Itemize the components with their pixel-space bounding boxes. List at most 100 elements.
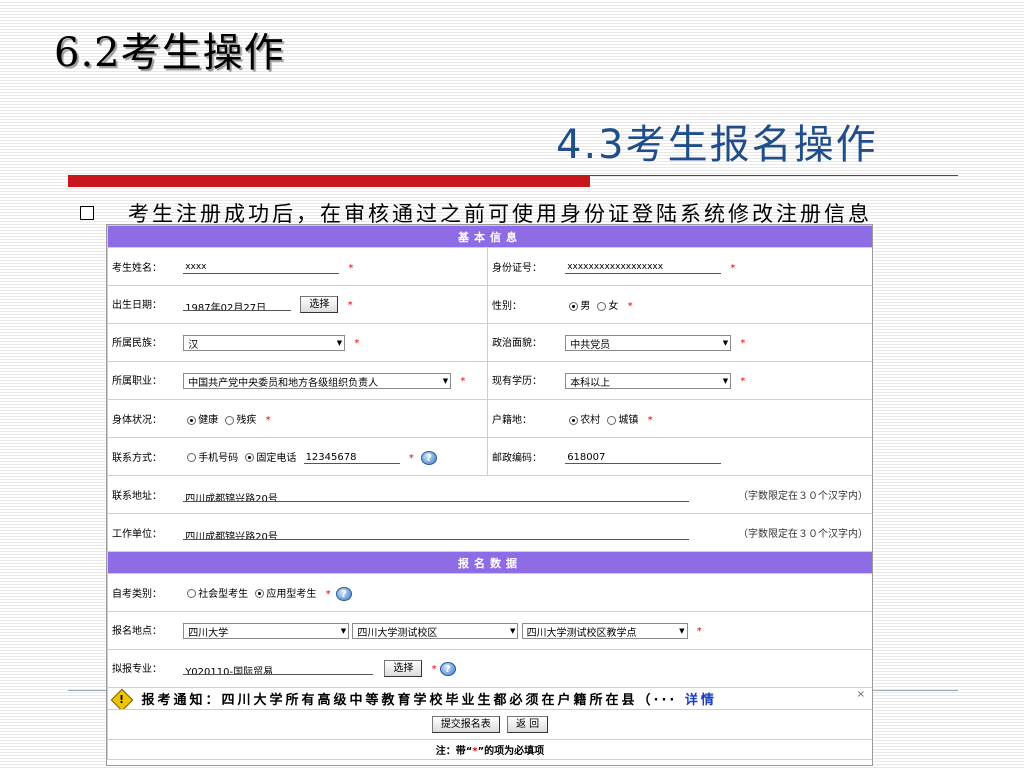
required-note: 注：带“*”的项为必填项 xyxy=(107,739,872,760)
workplace-input[interactable]: 四川成都锦兴路20号 xyxy=(183,528,690,540)
ethnicity-label: 所属民族： xyxy=(112,338,162,349)
basic-info-header: 基本信息 xyxy=(107,225,872,248)
birth-select-button[interactable]: 选择 xyxy=(300,296,339,314)
apply-data-header: 报名数据 xyxy=(107,551,872,574)
required-mark: * xyxy=(408,452,414,464)
health-disabled-label: 残疾 xyxy=(236,415,257,426)
address-hint: （字数限定在３０个汉字内） xyxy=(738,491,868,502)
education-select[interactable]: 本科以上 ▼ xyxy=(565,373,732,389)
education-value: 本科以上 xyxy=(570,377,611,389)
address-input[interactable]: 四川成都锦兴路20号 xyxy=(183,490,690,502)
health-disabled-radio[interactable] xyxy=(225,415,235,425)
exam-type-applied-radio[interactable] xyxy=(255,589,265,598)
major-label: 拟报专业： xyxy=(112,663,162,675)
contact-mobile-label: 手机号码 xyxy=(198,452,239,464)
education-label: 现有学历： xyxy=(492,376,542,387)
political-label: 政治面貌： xyxy=(492,338,542,349)
occupation-select[interactable]: 中国共产党中央委员和地方各级组织负责人 ▼ xyxy=(183,373,452,389)
political-value: 中共党员 xyxy=(570,339,611,351)
notice-text: 报考通知：四川大学所有高级中等教育学校毕业生都必须在户籍所在县（··· xyxy=(141,692,678,708)
required-mark: * xyxy=(325,588,331,600)
title-divider xyxy=(68,175,958,187)
workplace-label: 工作单位： xyxy=(112,529,162,540)
health-healthy-label: 健康 xyxy=(198,415,219,426)
household-urban-label: 城镇 xyxy=(618,415,639,426)
location-school-select[interactable]: 四川大学 ▼ xyxy=(183,623,350,639)
bullet-text: 考生注册成功后，在审核通过之前可使用身份证登陆系统修改注册信息 xyxy=(128,202,872,224)
ethnicity-value: 汉 xyxy=(188,339,199,351)
slide-subtitle: 4.3考生报名操作 xyxy=(556,122,878,168)
dropdown-arrow-icon: ▼ xyxy=(679,627,685,635)
birth-label: 出生日期： xyxy=(112,299,162,311)
required-mark: * xyxy=(460,376,466,387)
postcode-input[interactable]: 618007 xyxy=(565,452,722,464)
contact-label: 联系方式： xyxy=(112,452,162,464)
household-urban-radio[interactable] xyxy=(607,415,617,425)
major-input[interactable]: Y020110-国际贸易 xyxy=(183,663,374,675)
gender-male-label: 男 xyxy=(580,301,591,312)
close-icon[interactable]: × xyxy=(857,689,868,700)
gender-female-radio[interactable] xyxy=(597,301,607,311)
required-mark: * xyxy=(348,263,354,274)
gender-label: 性别： xyxy=(492,301,522,312)
required-mark: * xyxy=(696,626,702,637)
id-card-input[interactable]: xxxxxxxxxxxxxxxxxx xyxy=(565,262,722,274)
location-site-select[interactable]: 四川大学测试校区教学点 ▼ xyxy=(521,623,688,639)
birth-input[interactable]: 1987年02月27日 xyxy=(183,299,292,311)
required-mark: * xyxy=(627,301,633,312)
contact-input[interactable]: 12345678 xyxy=(303,452,400,464)
help-icon[interactable]: ? xyxy=(335,586,352,601)
registration-form: 基本信息 考生姓名： xxxx * 身份证号： xxxxxxxxxxxxxxxx… xyxy=(106,224,873,766)
gender-male-radio[interactable] xyxy=(569,301,579,311)
help-icon[interactable]: ? xyxy=(439,661,456,676)
back-button[interactable]: 返 回 xyxy=(507,716,549,733)
dropdown-arrow-icon: ▼ xyxy=(509,627,516,635)
slide-title: 6.2考生操作 xyxy=(54,30,285,76)
required-mark: * xyxy=(740,338,746,349)
household-rural-label: 农村 xyxy=(580,415,601,426)
exam-type-social-radio[interactable] xyxy=(187,589,197,598)
dropdown-arrow-icon: ▼ xyxy=(722,377,729,385)
address-label: 联系地址： xyxy=(112,491,162,502)
workplace-hint: （字数限定在３０个汉字内） xyxy=(738,529,868,540)
submit-button[interactable]: 提交报名表 xyxy=(431,716,500,733)
household-rural-radio[interactable] xyxy=(569,415,579,425)
required-mark: * xyxy=(431,663,437,675)
exam-type-label: 自考类别： xyxy=(112,588,162,600)
warning-icon: ! xyxy=(112,692,134,708)
required-mark: * xyxy=(354,338,360,349)
location-label: 报名地点： xyxy=(112,626,162,637)
required-mark: * xyxy=(647,415,653,426)
occupation-label: 所属职业： xyxy=(112,376,162,387)
name-label: 考生姓名： xyxy=(112,263,162,274)
location-site-value: 四川大学测试校区教学点 xyxy=(526,627,637,639)
contact-mobile-radio[interactable] xyxy=(187,453,197,462)
contact-landline-radio[interactable] xyxy=(245,453,255,462)
household-label: 户籍地： xyxy=(492,415,532,426)
location-school-value: 四川大学 xyxy=(188,627,229,639)
postcode-label: 邮政编码： xyxy=(492,453,542,464)
dropdown-arrow-icon: ▼ xyxy=(722,339,729,347)
political-select[interactable]: 中共党员 ▼ xyxy=(565,335,732,351)
health-label: 身体状况： xyxy=(112,415,162,426)
notice-detail-link[interactable]: 详情 xyxy=(685,693,717,708)
location-campus-select[interactable]: 四川大学测试校区 ▼ xyxy=(352,623,519,639)
help-icon[interactable]: ? xyxy=(420,450,437,465)
required-mark: * xyxy=(730,263,736,274)
exam-type-social-label: 社会型考生 xyxy=(198,588,249,600)
id-card-label: 身份证号： xyxy=(492,263,542,274)
dropdown-arrow-icon: ▼ xyxy=(442,377,449,385)
name-input[interactable]: xxxx xyxy=(183,262,340,274)
dropdown-arrow-icon: ▼ xyxy=(340,627,347,635)
gender-female-label: 女 xyxy=(608,301,619,312)
dropdown-arrow-icon: ▼ xyxy=(336,339,343,347)
required-mark: * xyxy=(347,299,353,311)
major-select-button[interactable]: 选择 xyxy=(384,660,423,678)
health-healthy-radio[interactable] xyxy=(187,415,197,425)
bullet-square-icon xyxy=(80,206,94,220)
required-mark: * xyxy=(740,376,746,387)
ethnicity-select[interactable]: 汉 ▼ xyxy=(183,335,346,351)
contact-landline-label: 固定电话 xyxy=(256,452,297,464)
required-mark: * xyxy=(265,415,271,426)
exam-type-applied-label: 应用型考生 xyxy=(266,588,317,600)
